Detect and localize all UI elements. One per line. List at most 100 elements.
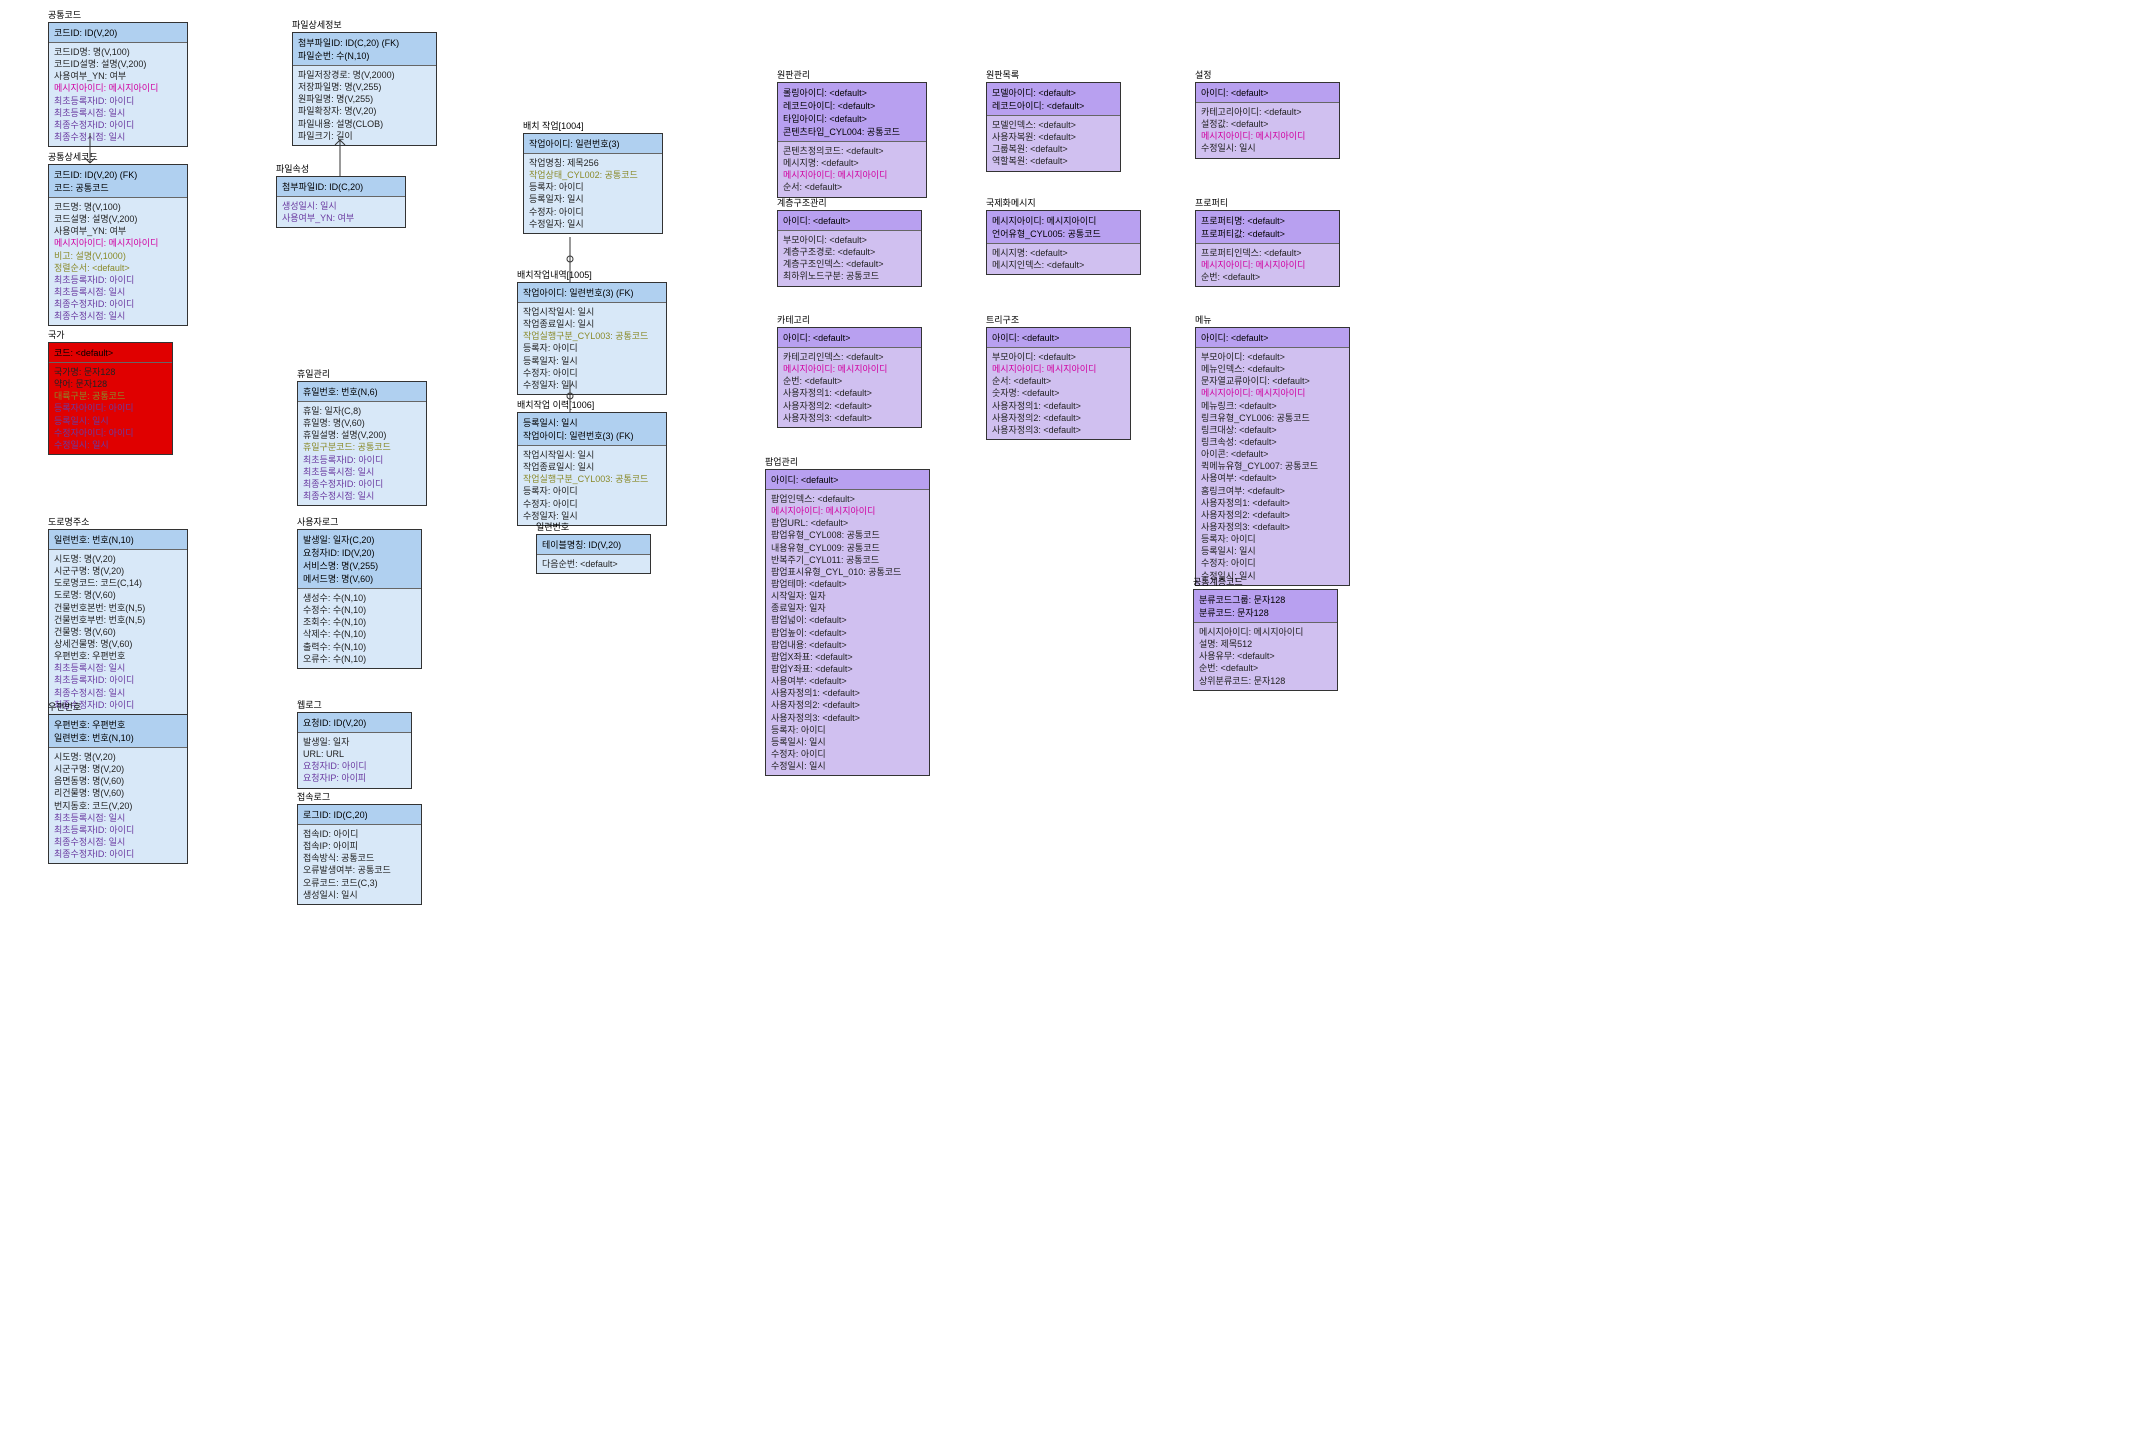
entity-attribute: 설명: 제목512 — [1199, 638, 1332, 650]
entity-attribute: 반복주기_CYL011: 공통코드 — [771, 554, 924, 566]
entity-attribute: 카테고리인덱스: <default> — [783, 351, 916, 363]
entity-title: 도로명주소 — [48, 515, 89, 528]
entity-title: 배치작업 이력[1006] — [517, 398, 594, 411]
entity-attribute: 저장파일명: 명(V,255) — [298, 81, 431, 93]
entity-attribute: 숫자명: <default> — [992, 387, 1125, 399]
entity-body: 작업시작일시: 일시작업종료일시: 일시작업실행구분_CYL003: 공통코드등… — [518, 446, 666, 525]
entity-batch-job-history: 등록일시: 일시작업아이디: 일련번호(3) (FK) 작업시작일시: 일시작업… — [517, 412, 667, 526]
entity-hierarchy: 아이디: <default> 부모아이디: <default>계층구조경로: <… — [777, 210, 922, 287]
entity-body: 국가명: 문자128약어: 문자128대륙구분: 공통코드등록자아이디: 아이디… — [49, 363, 172, 454]
entity-body: 시도명: 명(V,20)시군구명: 명(V,20)도로명코드: 코드(C,14)… — [49, 550, 187, 714]
entity-attribute: 요청자IP: 아이피 — [303, 772, 406, 784]
entity-title: 공통코드 — [48, 8, 81, 21]
entity-country: 코드: <default> 국가명: 문자128약어: 문자128대륙구분: 공… — [48, 342, 173, 455]
entity-attribute: 메뉴링크: <default> — [1201, 400, 1344, 412]
entity-title: 우편번호 — [48, 700, 81, 713]
entity-header: 아이디: <default> — [778, 328, 921, 348]
entity-attribute: 작업상태_CYL002: 공통코드 — [529, 169, 657, 181]
entity-attribute: 발생일: 일자 — [303, 736, 406, 748]
entity-attribute: 사용여부_YN: 여부 — [54, 70, 182, 82]
entity-attribute: 팝업인덱스: <default> — [771, 493, 924, 505]
entity-body: 부모아이디: <default>메시지아이디: 메시지아이디순서: <defau… — [987, 348, 1130, 439]
entity-attribute: 최종수정자ID: 아이디 — [54, 298, 182, 310]
entity-holiday: 휴일번호: 번호(N,6) 휴일: 일자(C,8)휴일명: 명(V,60)휴일설… — [297, 381, 427, 506]
entity-attribute: 부모아이디: <default> — [783, 234, 916, 246]
entity-attribute: 퀵메뉴유형_CYL007: 공통코드 — [1201, 460, 1344, 472]
entity-attribute: 링크속성: <default> — [1201, 436, 1344, 448]
entity-header: 첨부파일ID: ID(C,20) — [277, 177, 405, 197]
entity-attribute: 휴일설명: 설명(V,200) — [303, 429, 421, 441]
entity-attribute: 등록자아이디: 아이디 — [54, 402, 167, 414]
entity-attribute: 팝업테마: <default> — [771, 578, 924, 590]
entity-header: 등록일시: 일시작업아이디: 일련번호(3) (FK) — [518, 413, 666, 446]
entity-attribute: URL: URL — [303, 748, 406, 760]
entity-attribute: 읍면동명: 명(V,60) — [54, 775, 182, 787]
entity-attribute: 접속IP: 아이피 — [303, 840, 416, 852]
entity-attribute: 등록일자: 일시 — [523, 355, 661, 367]
entity-header: 작업아이디: 일련번호(3) — [524, 134, 662, 154]
entity-attribute: 사용자정의2: <default> — [783, 400, 916, 412]
entity-attribute: 등록자: 아이디 — [523, 342, 661, 354]
entity-attribute: 국가명: 문자128 — [54, 366, 167, 378]
entity-attribute: 메시지명: <default> — [783, 157, 921, 169]
entity-attribute: 메시지아이디: 메시지아이디 — [1199, 626, 1332, 638]
entity-title: 설정 — [1195, 68, 1212, 81]
entity-body: 카테고리아이디: <default>설정값: <default>메시지아이디: … — [1196, 103, 1339, 158]
entity-title: 국제화메시지 — [986, 196, 1036, 209]
entity-attribute: 최종수정시점: 일시 — [54, 310, 182, 322]
entity-attribute: 모델인덱스: <default> — [992, 119, 1115, 131]
entity-title: 파일속성 — [276, 162, 309, 175]
entity-body: 다음순번: <default> — [537, 555, 650, 573]
entity-attribute: 순서: <default> — [992, 375, 1125, 387]
entity-attribute: 사용여부_YN: 여부 — [282, 212, 400, 224]
entity-attribute: 최초등록시점: 일시 — [54, 107, 182, 119]
entity-postal-code: 우편번호: 우편번호일련번호: 번호(N,10) 시도명: 명(V,20)시군구… — [48, 714, 188, 864]
entity-attribute: 메시지아이디: 메시지아이디 — [771, 505, 924, 517]
entity-attribute: 등록자: 아이디 — [529, 181, 657, 193]
entity-title: 사용자로그 — [297, 515, 338, 528]
entity-menu: 아이디: <default> 부모아이디: <default>메뉴인덱스: <d… — [1195, 327, 1350, 586]
entity-attribute: 파일크기: 길이 — [298, 130, 431, 142]
entity-attribute: 최초등록자ID: 아이디 — [54, 674, 182, 686]
entity-road-address: 일련번호: 번호(N,10) 시도명: 명(V,20)시군구명: 명(V,20)… — [48, 529, 188, 715]
entity-attribute: 등록일시: 일시 — [54, 415, 167, 427]
entity-attribute: 최종수정시점: 일시 — [54, 687, 182, 699]
entity-title: 국가 — [48, 328, 65, 341]
entity-attribute: 수정일시: 일시 — [54, 439, 167, 451]
entity-header: 프로퍼티명: <default>프로퍼티값: <default> — [1196, 211, 1339, 244]
entity-attribute: 건물번호본번: 번호(N,5) — [54, 602, 182, 614]
entity-attribute: 그룹복원: <default> — [992, 143, 1115, 155]
entity-header: 메시지아이디: 메시지아이디언어유형_CYL005: 공통코드 — [987, 211, 1140, 244]
entity-body: 부모아이디: <default>계층구조경로: <default>계층구조인덱스… — [778, 231, 921, 286]
entity-attribute: 수정일시: 일시 — [1201, 142, 1334, 154]
entity-header: 코드: <default> — [49, 343, 172, 363]
entity-attribute: 코드ID명: 명(V,100) — [54, 46, 182, 58]
entity-title: 원판관리 — [777, 68, 810, 81]
entity-body: 프로퍼티인덱스: <default>메시지아이디: 메시지아이디순번: <def… — [1196, 244, 1339, 286]
entity-body: 코드명: 명(V,100)코드설명: 설명(V,200)사용여부_YN: 여부메… — [49, 198, 187, 325]
entity-attribute: 휴일구분코드: 공통코드 — [303, 441, 421, 453]
entity-attribute: 오류코드: 코드(C,3) — [303, 877, 416, 889]
entity-header: 우편번호: 우편번호일련번호: 번호(N,10) — [49, 715, 187, 748]
entity-attribute: 최종수정시점: 일시 — [303, 490, 421, 502]
entity-attribute: 사용자정의2: <default> — [1201, 509, 1344, 521]
entity-attribute: 건물번호부번: 번호(N,5) — [54, 614, 182, 626]
entity-tree: 아이디: <default> 부모아이디: <default>메시지아이디: 메… — [986, 327, 1131, 440]
entity-attribute: 조회수: 수(N,10) — [303, 616, 416, 628]
entity-attribute: 홈링크여부: <default> — [1201, 485, 1344, 497]
entity-body: 작업시작일시: 일시작업종료일시: 일시작업실행구분_CYL003: 공통코드등… — [518, 303, 666, 394]
entity-header: 로그ID: ID(C,20) — [298, 805, 421, 825]
entity-attribute: 카테고리아이디: <default> — [1201, 106, 1334, 118]
entity-attribute: 역할복원: <default> — [992, 155, 1115, 167]
entity-attribute: 휴일: 일자(C,8) — [303, 405, 421, 417]
entity-attribute: 수정일자: 일시 — [529, 218, 657, 230]
entity-attribute: 접속ID: 아이디 — [303, 828, 416, 840]
entity-attribute: 사용여부: <default> — [1201, 472, 1344, 484]
entity-attribute: 메시지아이디: 메시지아이디 — [1201, 130, 1334, 142]
entity-attribute: 아이콘: <default> — [1201, 448, 1344, 460]
entity-attribute: 사용자정의3: <default> — [992, 424, 1125, 436]
entity-attribute: 문자열교류아이디: <default> — [1201, 375, 1344, 387]
entity-attribute: 휴일명: 명(V,60) — [303, 417, 421, 429]
entity-attribute: 수정자: 아이디 — [1201, 557, 1344, 569]
entity-batch-job-detail: 작업아이디: 일련번호(3) (FK) 작업시작일시: 일시작업종료일시: 일시… — [517, 282, 667, 395]
